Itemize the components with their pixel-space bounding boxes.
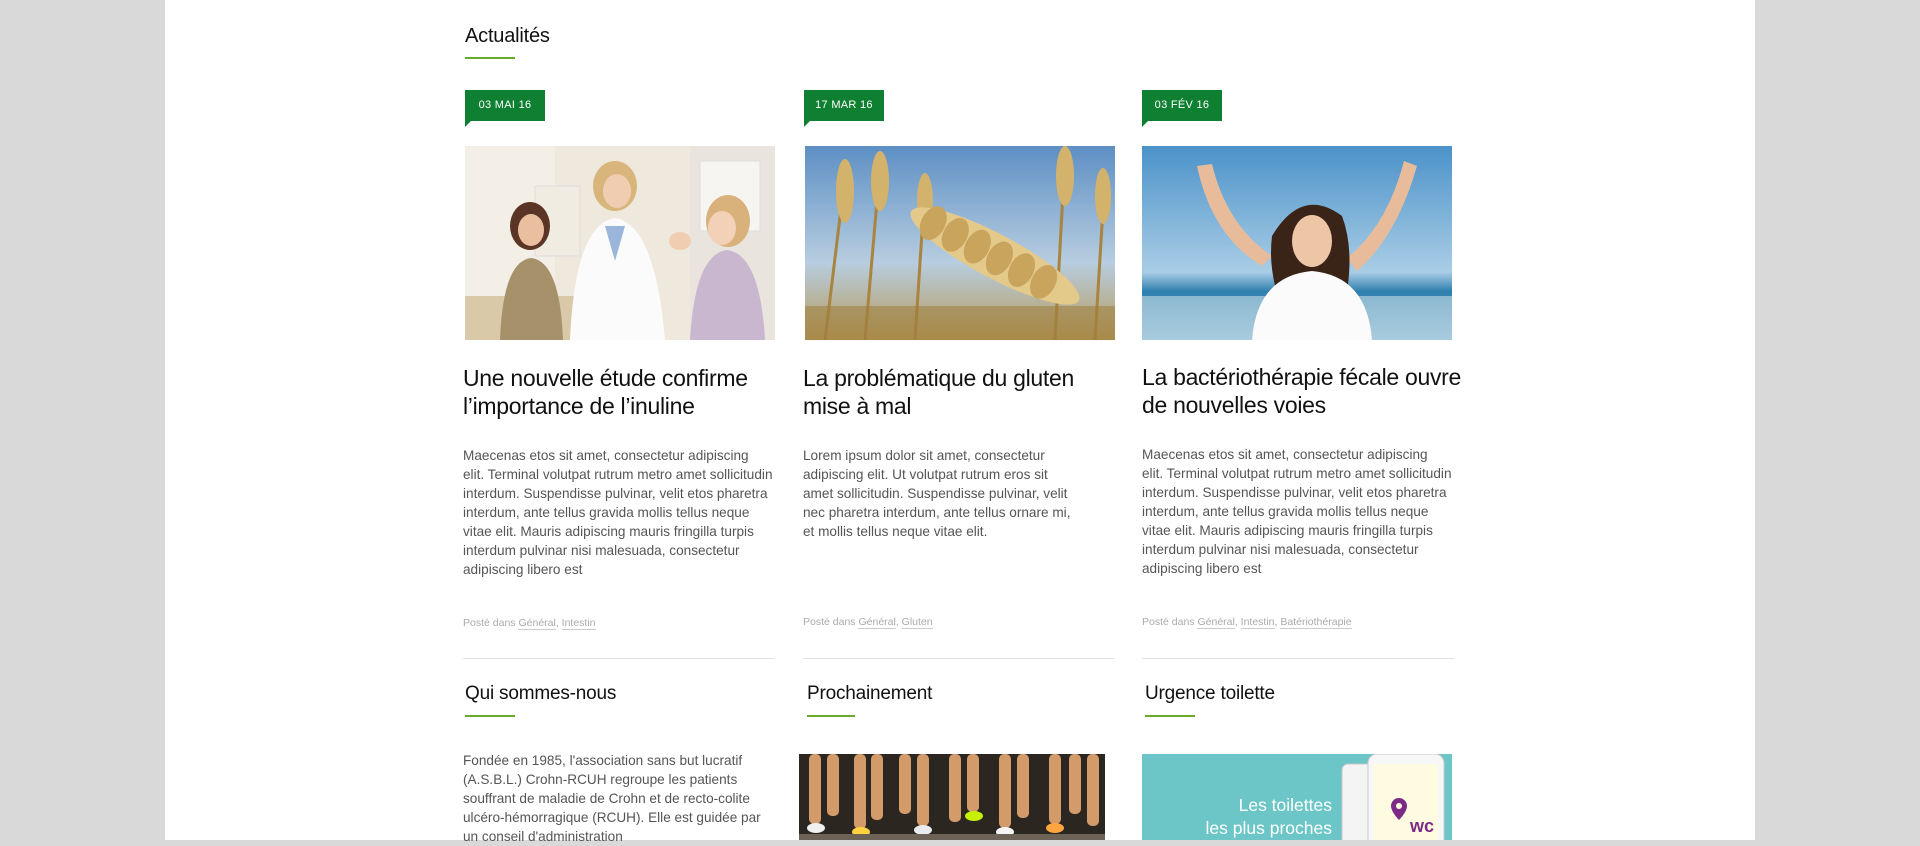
- wheat-field-photo[interactable]: [805, 146, 1115, 340]
- section-divider: [1142, 658, 1454, 659]
- posted-in-label: Posté dans: [463, 617, 516, 629]
- tag-link[interactable]: Intestin: [561, 617, 596, 630]
- section-divider: [803, 658, 1115, 659]
- doctor-with-child-photo[interactable]: [465, 146, 775, 340]
- toilet-app-banner[interactable]: Les toilettes les plus proches wc: [1142, 754, 1452, 840]
- toilet-title-underline: [1145, 715, 1195, 717]
- news-card-meta: Posté dans Général, Intestin: [463, 617, 596, 630]
- news-card-title[interactable]: La bactériothérapie fécale ouvre de nouv…: [1142, 363, 1462, 419]
- tag-link[interactable]: Intestin: [1240, 616, 1275, 629]
- caption-line: Les toilettes: [1238, 795, 1332, 815]
- upcoming-title-underline: [807, 715, 855, 717]
- about-text: Fondée en 1985, l'association sans but l…: [463, 753, 761, 844]
- marathon-runners-photo[interactable]: [799, 754, 1105, 840]
- woman-at-beach-photo[interactable]: [1142, 146, 1452, 340]
- upcoming-section-title: Prochainement: [807, 683, 933, 704]
- news-section-title: Actualités: [465, 25, 550, 47]
- wc-logo: wc: [1410, 816, 1435, 836]
- news-title-underline: [465, 57, 515, 59]
- tag-link[interactable]: Batériothérapie: [1280, 616, 1352, 629]
- caption-line: les plus proches: [1205, 818, 1332, 838]
- about-title-underline: [465, 715, 515, 717]
- tag-link[interactable]: Gluten: [901, 616, 933, 629]
- news-card-meta: Posté dans Général, Gluten: [803, 616, 933, 629]
- tag-link[interactable]: Général: [518, 617, 556, 630]
- news-card-title[interactable]: Une nouvelle étude confirme l’importance…: [463, 364, 783, 420]
- news-card-meta: Posté dans Général, Intestin, Batériothé…: [1142, 616, 1352, 629]
- toilet-section-title: Urgence toilette: [1145, 683, 1275, 704]
- news-card-excerpt: Maecenas etos sit amet, consectetur adip…: [463, 448, 773, 577]
- news-card-title[interactable]: La problématique du gluten mise à mal: [803, 364, 1123, 420]
- posted-in-label: Posté dans: [1142, 616, 1195, 628]
- page-content: Actualités 03 MAI 16 Une nouvelle étude …: [165, 0, 1755, 844]
- news-card-excerpt: Lorem ipsum dolor sit amet, consectetur …: [803, 448, 1071, 539]
- section-divider: [463, 658, 775, 659]
- posted-in-label: Posté dans: [803, 616, 856, 628]
- date-badge: 03 FÉV 16: [1142, 90, 1222, 127]
- tag-link[interactable]: Général: [858, 616, 896, 629]
- tag-link[interactable]: Général: [1197, 616, 1235, 629]
- about-section-title: Qui sommes-nous: [465, 683, 617, 704]
- date-badge: 17 MAR 16: [804, 90, 884, 127]
- date-badge: 03 MAI 16: [465, 90, 545, 127]
- news-card-excerpt: Maecenas etos sit amet, consectetur adip…: [1142, 447, 1452, 576]
- toilet-app-caption: Les toilettes les plus proches: [1206, 794, 1332, 840]
